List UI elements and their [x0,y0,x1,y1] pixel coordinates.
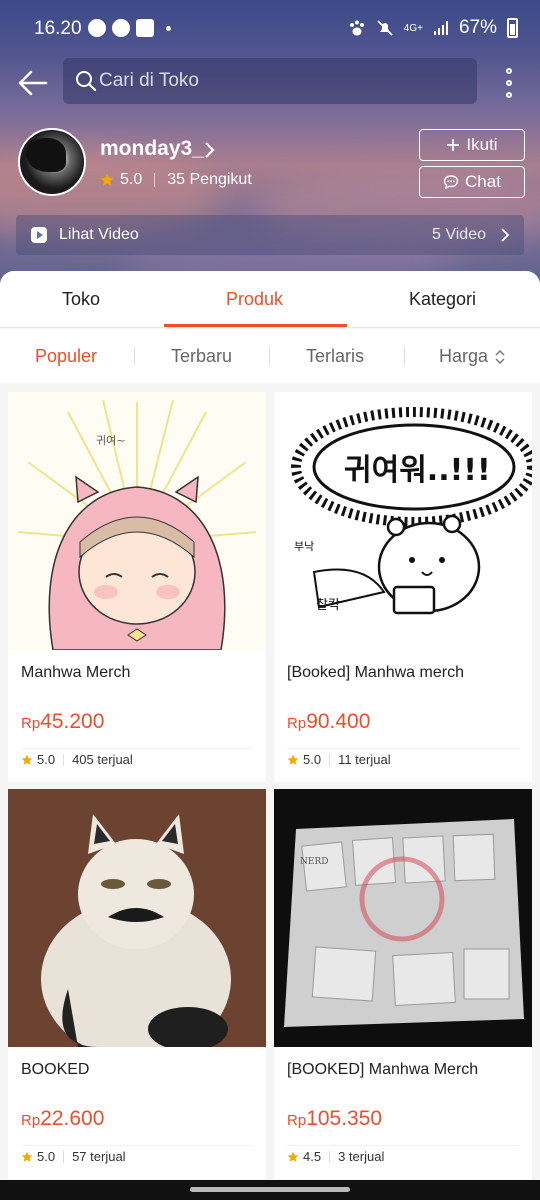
active-tab-indicator [164,324,347,327]
search-input[interactable] [99,58,459,104]
chat-icon [443,175,459,190]
sort-bar: Populer Terbaru Terlaris Harga [0,329,540,383]
star-icon [287,754,299,765]
search-icon [76,71,97,92]
product-name: Manhwa Merch [21,664,131,681]
tab-kategori[interactable]: Kategori [409,289,476,310]
chevron-right-icon [501,228,510,242]
product-stats: 5.0 11 terjual [287,752,391,767]
whatsapp-icon [112,19,130,37]
product-price: Rp90.400 [287,710,371,733]
product-sold: 3 terjual [338,1149,385,1164]
chat-button[interactable]: Chat [419,166,525,198]
product-sold: 11 terjual [338,752,391,767]
product-price: Rp105.350 [287,1107,383,1130]
shop-followers: 35 Pengikut [167,171,252,188]
product-rating: 5.0 [37,1149,56,1164]
star-icon [21,1151,33,1162]
artwork-text: 귀여워..!!! [344,453,491,488]
video-bar[interactable]: Lihat Video 5 Video [16,215,524,255]
product-stats: 5.0 57 terjual [21,1149,126,1164]
chat-label: Chat [465,172,501,191]
more-notifications-dot [166,25,171,31]
video-icon [31,227,47,243]
artwork-text: 부낙 [294,540,314,553]
product-price: Rp45.200 [21,710,105,733]
product-rating: 4.5 [303,1149,322,1164]
product-price: Rp22.600 [21,1107,105,1130]
product-stats: 4.5 3 terjual [287,1149,384,1164]
product-card[interactable]: NERD [BOOKED] Manhwa Merch Rp105.350 4.5… [274,789,532,1179]
product-image: NERD [274,789,532,1047]
sort-populer[interactable]: Populer [35,346,97,367]
artwork-text: NERD [300,857,328,867]
star-icon [100,173,114,186]
signal-icon [433,21,448,35]
status-time: 16.20 [34,18,82,39]
shop-search-bar[interactable] [63,58,477,104]
status-bar: 16.20 4G+ 67% [0,0,540,58]
battery-icon [507,18,518,38]
product-sold: 57 terjual [72,1149,126,1164]
product-card[interactable]: 귀여워..!!! 찰칵 부낙 [Booked] Manhwa merch Rp9… [274,392,532,782]
video-count: 5 Video [432,226,486,243]
product-name: BOOKED [21,1061,90,1078]
paw-icon [349,20,364,36]
home-indicator[interactable] [190,1187,350,1192]
more-options-icon[interactable] [498,66,520,100]
shop-content-sheet: Toko Produk Kategori Populer Terbaru Ter… [0,271,540,1200]
product-image: 귀여워..!!! 찰칵 부낙 [274,392,532,650]
follow-label: Ikuti [466,135,498,154]
notification-icons [88,19,171,37]
product-image [8,789,266,1047]
product-sold: 405 terjual [72,752,133,767]
back-arrow-icon[interactable] [16,66,50,100]
product-name: [Booked] Manhwa merch [287,664,464,681]
star-icon [21,754,33,765]
product-name: [BOOKED] Manhwa Merch [287,1061,479,1078]
robot-icon [136,19,154,37]
sort-terlaris[interactable]: Terlaris [306,346,364,367]
product-card[interactable]: 귀여~ Manhwa Merch Rp45.200 5.0 405 terjua… [8,392,266,782]
line-app-icon [88,19,106,37]
artwork-text: 찰칵 [316,598,340,613]
product-image: 귀여~ [8,392,266,650]
sort-arrows-icon[interactable] [494,349,506,365]
battery-percent: 67% [458,17,497,38]
system-icons: 4G+ 67% [348,17,518,39]
shop-avatar[interactable] [18,128,86,196]
mute-icon [377,20,393,36]
chevron-right-icon[interactable] [204,141,216,159]
shop-name[interactable]: monday3_ [100,137,204,161]
video-label: Lihat Video [59,226,139,243]
shop-rating-row: 5.0 35 Pengikut [100,171,252,189]
star-icon [287,1151,299,1162]
plus-icon [447,139,460,151]
sort-harga[interactable]: Harga [439,346,488,367]
shop-rating: 5.0 [120,171,143,188]
sort-terbaru[interactable]: Terbaru [171,346,232,367]
product-rating: 5.0 [37,752,56,767]
product-stats: 5.0 405 terjual [21,752,133,767]
product-rating: 5.0 [303,752,322,767]
shop-tabs: Toko Produk Kategori [0,271,540,328]
product-card[interactable]: BOOKED Rp22.600 5.0 57 terjual [8,789,266,1179]
follow-button[interactable]: Ikuti [419,129,525,161]
tab-produk[interactable]: Produk [226,289,283,310]
tab-toko[interactable]: Toko [62,289,100,310]
network-type: 4G+ [403,22,423,34]
artwork-text: 귀여~ [96,434,125,447]
